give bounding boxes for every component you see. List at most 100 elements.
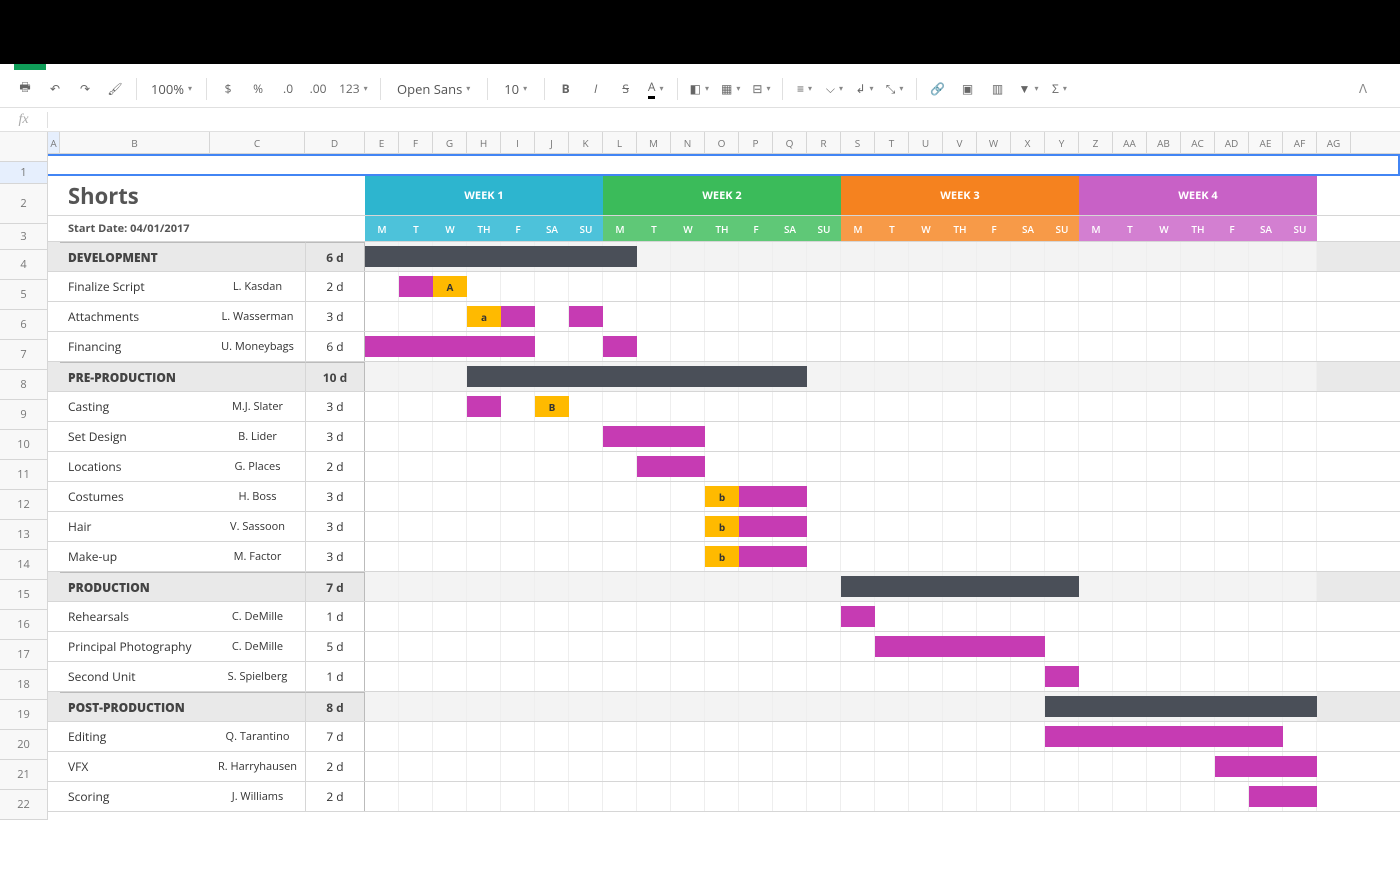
column-header[interactable]: U xyxy=(909,132,943,153)
row-header[interactable]: 1 xyxy=(0,162,47,184)
row-header[interactable]: 10 xyxy=(0,430,47,460)
row-header[interactable]: 4 xyxy=(0,250,47,280)
merge-cells-button[interactable]: ⊟ xyxy=(748,76,774,102)
column-header[interactable]: AF xyxy=(1283,132,1317,153)
number-format-select[interactable]: 123 xyxy=(335,76,372,102)
row-header[interactable]: 11 xyxy=(0,460,47,490)
text-rotation-button[interactable]: ⤡ xyxy=(882,76,908,102)
row-header[interactable]: 21 xyxy=(0,760,47,790)
borders-button[interactable]: ▦ xyxy=(717,76,744,102)
row-header[interactable]: 3 xyxy=(0,224,47,250)
column-header[interactable]: Y xyxy=(1045,132,1079,153)
column-header[interactable]: P xyxy=(739,132,773,153)
insert-comment-button[interactable]: ▣ xyxy=(955,76,981,102)
row-header[interactable]: 15 xyxy=(0,580,47,610)
row-header[interactable]: 16 xyxy=(0,610,47,640)
fill-color-button[interactable]: ◧ xyxy=(686,76,713,102)
column-header[interactable]: D xyxy=(305,132,365,153)
horizontal-align-button[interactable]: ≡ xyxy=(791,76,817,102)
strikethrough-button[interactable]: S xyxy=(613,76,639,102)
column-header[interactable]: H xyxy=(467,132,501,153)
week-header: WEEK 1 xyxy=(365,176,603,215)
row-header[interactable]: 8 xyxy=(0,370,47,400)
day-header: W xyxy=(1147,216,1181,241)
paint-format-icon[interactable]: 🖌 xyxy=(102,76,128,102)
column-header[interactable]: G xyxy=(433,132,467,153)
column-header[interactable]: AD xyxy=(1215,132,1249,153)
collapse-toolbar-icon[interactable]: ᐱ xyxy=(1350,76,1376,102)
redo-icon[interactable]: ↷ xyxy=(72,76,98,102)
start-date: Start Date: 04/01/2017 xyxy=(68,221,190,236)
row-header[interactable]: 5 xyxy=(0,280,47,310)
day-header: SU xyxy=(569,216,603,241)
column-header[interactable]: B xyxy=(60,132,210,153)
task-owner: L. Wasserman xyxy=(222,309,294,324)
filter-button[interactable]: ▼ xyxy=(1015,76,1043,102)
italic-button[interactable]: I xyxy=(583,76,609,102)
column-header[interactable]: R xyxy=(807,132,841,153)
text-color-button[interactable]: A xyxy=(643,76,669,102)
row-header[interactable]: 14 xyxy=(0,550,47,580)
row-header[interactable]: 2 xyxy=(0,184,47,224)
grid[interactable]: ABCDEFGHIJKLMNOPQRSTUVWXYZAAABACADAEAFAG… xyxy=(48,132,1400,820)
format-currency-button[interactable]: $ xyxy=(215,76,241,102)
task-duration: 2 d xyxy=(326,458,343,475)
column-header[interactable]: L xyxy=(603,132,637,153)
zoom-select[interactable]: 100% xyxy=(145,76,198,102)
column-header[interactable]: J xyxy=(535,132,569,153)
vertical-align-button[interactable]: ⌵ xyxy=(821,76,847,102)
row-header[interactable]: 13 xyxy=(0,520,47,550)
insert-link-button[interactable]: 🔗 xyxy=(925,76,951,102)
print-icon[interactable]: 🖶 xyxy=(12,76,38,102)
column-header[interactable]: M xyxy=(637,132,671,153)
task-name: VFX xyxy=(68,758,88,775)
column-header[interactable]: Z xyxy=(1079,132,1113,153)
row-header[interactable]: 22 xyxy=(0,790,47,820)
column-header[interactable]: I xyxy=(501,132,535,153)
day-header: SA xyxy=(1249,216,1283,241)
row-header[interactable]: 12 xyxy=(0,490,47,520)
font-size-select[interactable]: 10 xyxy=(496,76,536,102)
format-percent-button[interactable]: % xyxy=(245,76,271,102)
column-header[interactable]: AG xyxy=(1317,132,1351,153)
text-wrap-button[interactable]: ↲ xyxy=(851,76,877,102)
task-owner: S. Spielberg xyxy=(228,669,288,684)
decrease-decimal-button[interactable]: .0 xyxy=(275,76,301,102)
column-header[interactable]: S xyxy=(841,132,875,153)
row-header[interactable]: 7 xyxy=(0,340,47,370)
task-name: Financing xyxy=(68,338,121,355)
column-header[interactable]: K xyxy=(569,132,603,153)
column-header[interactable]: E xyxy=(365,132,399,153)
row-header[interactable]: 18 xyxy=(0,670,47,700)
column-header[interactable]: O xyxy=(705,132,739,153)
insert-chart-button[interactable]: ▥ xyxy=(985,76,1011,102)
undo-icon[interactable]: ↶ xyxy=(42,76,68,102)
increase-decimal-button[interactable]: .00 xyxy=(305,76,331,102)
row-header[interactable]: 9 xyxy=(0,400,47,430)
row-header[interactable]: 17 xyxy=(0,640,47,670)
row-header[interactable]: 20 xyxy=(0,730,47,760)
task-name: Locations xyxy=(68,458,122,475)
row-header[interactable]: 6 xyxy=(0,310,47,340)
column-header[interactable]: AC xyxy=(1181,132,1215,153)
column-header[interactable]: AB xyxy=(1147,132,1181,153)
column-header[interactable]: V xyxy=(943,132,977,153)
column-header[interactable]: N xyxy=(671,132,705,153)
column-header[interactable]: AE xyxy=(1249,132,1283,153)
column-header[interactable]: Q xyxy=(773,132,807,153)
obscured-header xyxy=(0,0,1400,64)
font-select[interactable]: Open Sans xyxy=(389,76,479,102)
column-header[interactable]: A xyxy=(48,132,60,153)
column-header[interactable]: T xyxy=(875,132,909,153)
bold-button[interactable]: B xyxy=(553,76,579,102)
toolbar: 🖶 ↶ ↷ 🖌 100% $ % .0 .00 123 Open Sans 10… xyxy=(0,70,1400,108)
column-header[interactable]: AA xyxy=(1113,132,1147,153)
column-header[interactable]: C xyxy=(210,132,305,153)
column-header[interactable]: F xyxy=(399,132,433,153)
column-header[interactable]: W xyxy=(977,132,1011,153)
day-header: F xyxy=(501,216,535,241)
column-header[interactable]: X xyxy=(1011,132,1045,153)
functions-button[interactable]: Σ xyxy=(1046,76,1072,102)
formula-input[interactable] xyxy=(48,108,1400,131)
row-header[interactable]: 19 xyxy=(0,700,47,730)
